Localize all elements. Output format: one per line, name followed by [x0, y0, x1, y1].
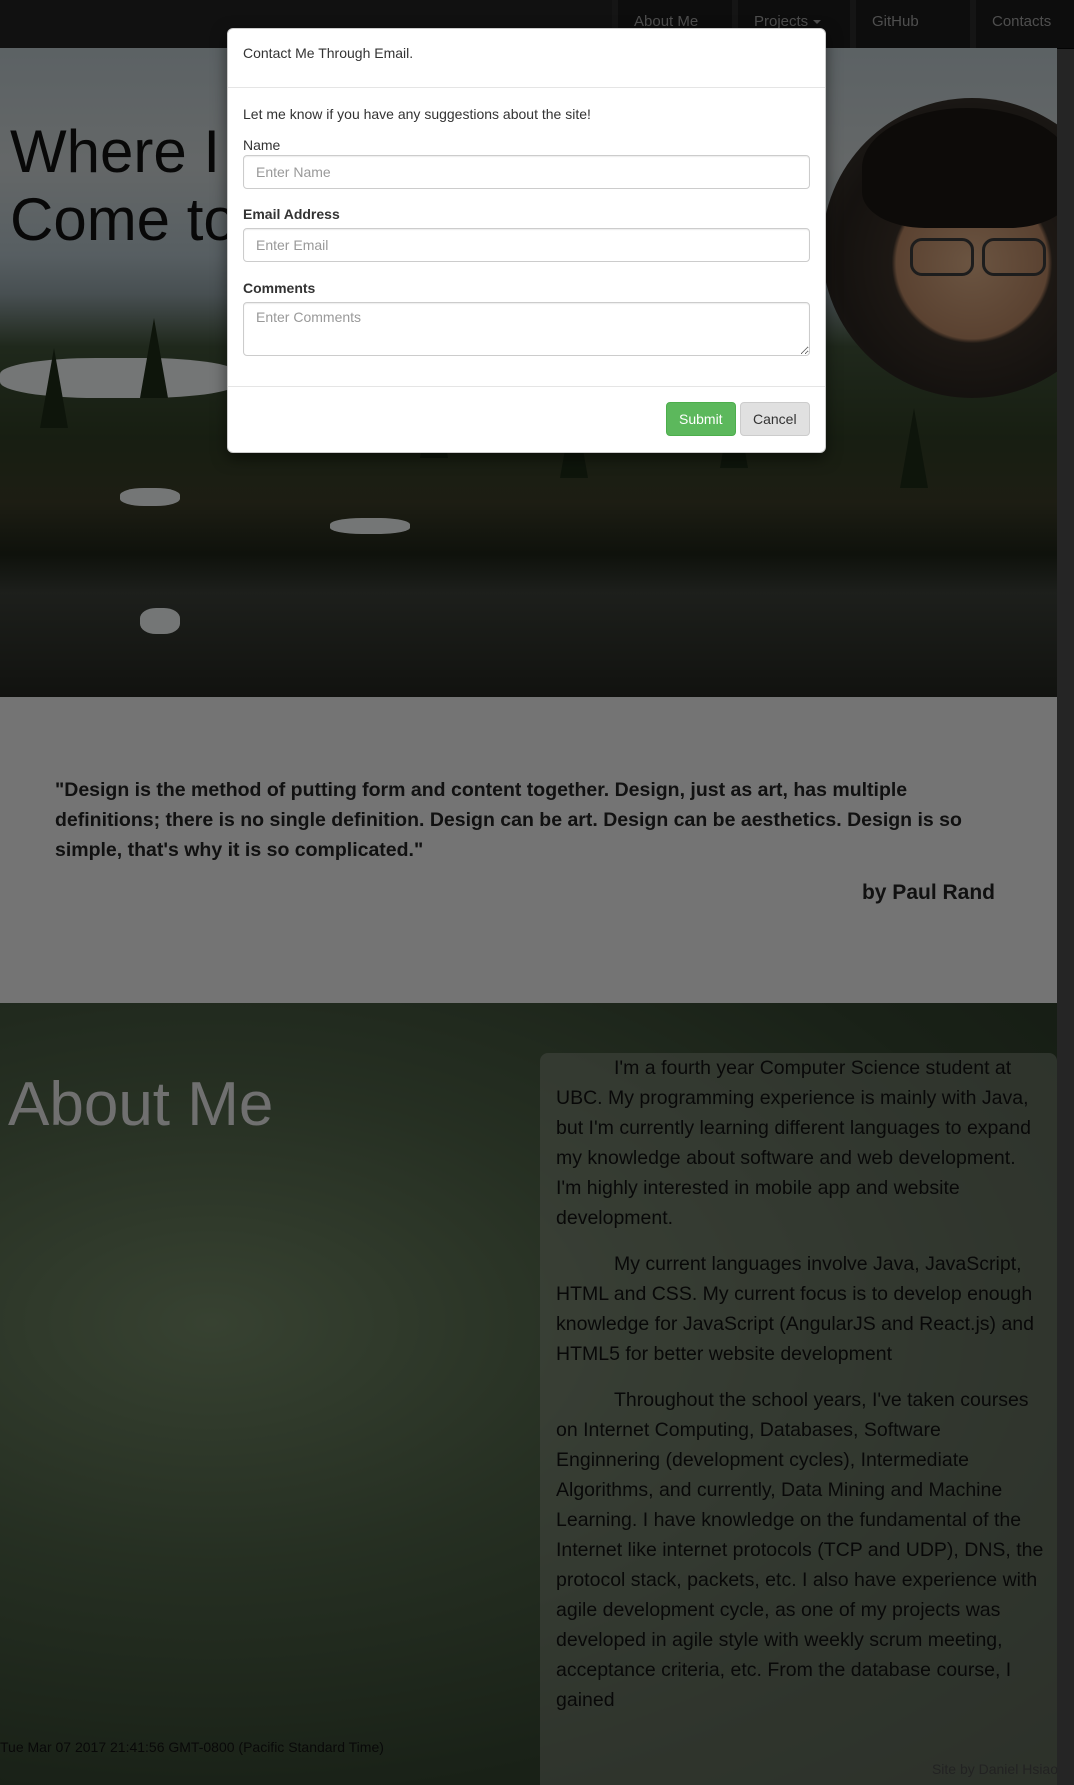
modal-title: Contact Me Through Email. [243, 45, 414, 61]
modal-header: Contact Me Through Email. [228, 29, 825, 88]
comments-textarea[interactable] [243, 302, 810, 356]
name-label: Name [243, 137, 281, 153]
email-input[interactable] [243, 228, 810, 262]
modal-intro: Let me know if you have any suggestions … [243, 106, 591, 122]
cancel-button[interactable]: Cancel [740, 402, 810, 436]
submit-button[interactable]: Submit [666, 402, 736, 436]
email-label: Email Address [243, 206, 340, 222]
contact-modal: Contact Me Through Email. Let me know if… [227, 28, 826, 453]
comments-label: Comments [243, 280, 316, 296]
modal-footer: Submit Cancel [228, 386, 825, 453]
name-input[interactable] [243, 155, 810, 189]
page: About Me Projects GitHub Contacts Where … [0, 0, 1074, 1785]
